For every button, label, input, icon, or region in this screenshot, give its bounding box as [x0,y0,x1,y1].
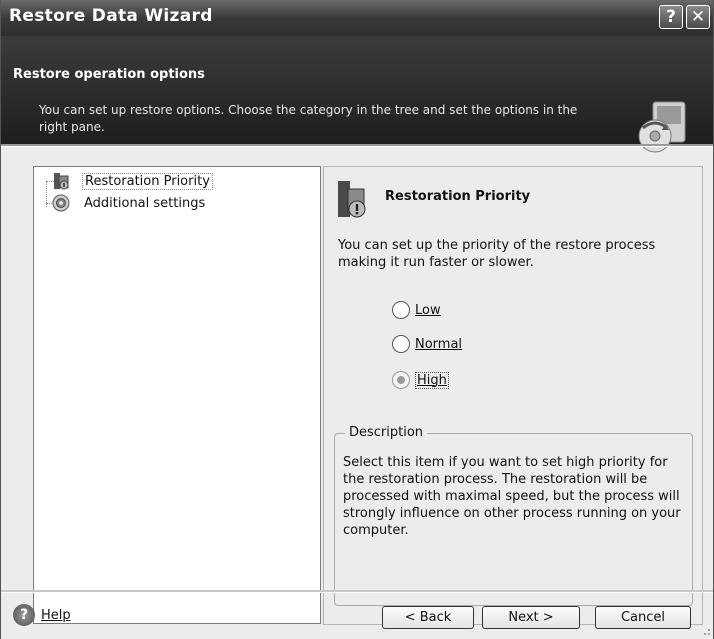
radio-label: High [415,371,449,389]
description-group: Description Select this item if you want… [334,425,693,606]
header-subtitle: You can set up restore options. Choose t… [39,103,578,134]
pane-title: Restoration Priority [385,189,531,204]
cancel-button[interactable]: Cancel [595,606,691,629]
tree-item-label: Restoration Priority [82,172,213,190]
help-button[interactable]: ? Help [13,604,71,626]
radio-label: Normal [415,336,463,352]
radio-high[interactable]: High [392,369,449,391]
next-button[interactable]: Next > [482,606,580,629]
help-label: Help [41,607,71,623]
priority-icon [54,173,69,190]
close-button[interactable]: ✕ [686,5,710,29]
footer-divider [1,590,713,593]
options-tree[interactable]: Restoration Priority Additional settings [33,166,321,624]
radio-label: Low [415,302,441,318]
header-title: Restore operation options [13,67,205,82]
header-divider [1,144,713,147]
window-title: Restore Data Wizard [9,6,213,26]
tree-item-label: Additional settings [84,195,206,211]
tree-item-additional-settings[interactable]: Additional settings [52,193,207,213]
priority-icon [338,181,366,218]
tree-item-restoration-priority[interactable]: Restoration Priority [52,171,213,191]
radio-circle[interactable] [392,301,410,319]
radio-low[interactable]: Low [392,299,441,321]
settings-disc-icon [52,194,70,212]
options-pane: Restoration Priority You can set up the … [323,166,703,625]
pane-description: You can set up the priority of the resto… [338,238,656,270]
radio-circle[interactable] [392,335,410,353]
help-icon: ? [13,604,35,626]
description-text: Select this item if you want to set high… [343,455,681,538]
radio-circle[interactable] [392,371,410,389]
title-bar[interactable]: Restore Data Wizard ? ✕ [1,0,713,36]
resize-grip-icon[interactable] [701,626,711,636]
wizard-header: Restore operation options You can set up… [1,36,713,153]
radio-normal[interactable]: Normal [392,333,462,355]
restore-data-wizard-window: Restore Data Wizard ? ✕ Restore operatio… [0,0,714,639]
help-title-button[interactable]: ? [659,5,683,29]
restore-wizard-icon [638,101,686,153]
description-legend: Description [345,425,428,440]
back-button[interactable]: < Back [382,606,474,629]
